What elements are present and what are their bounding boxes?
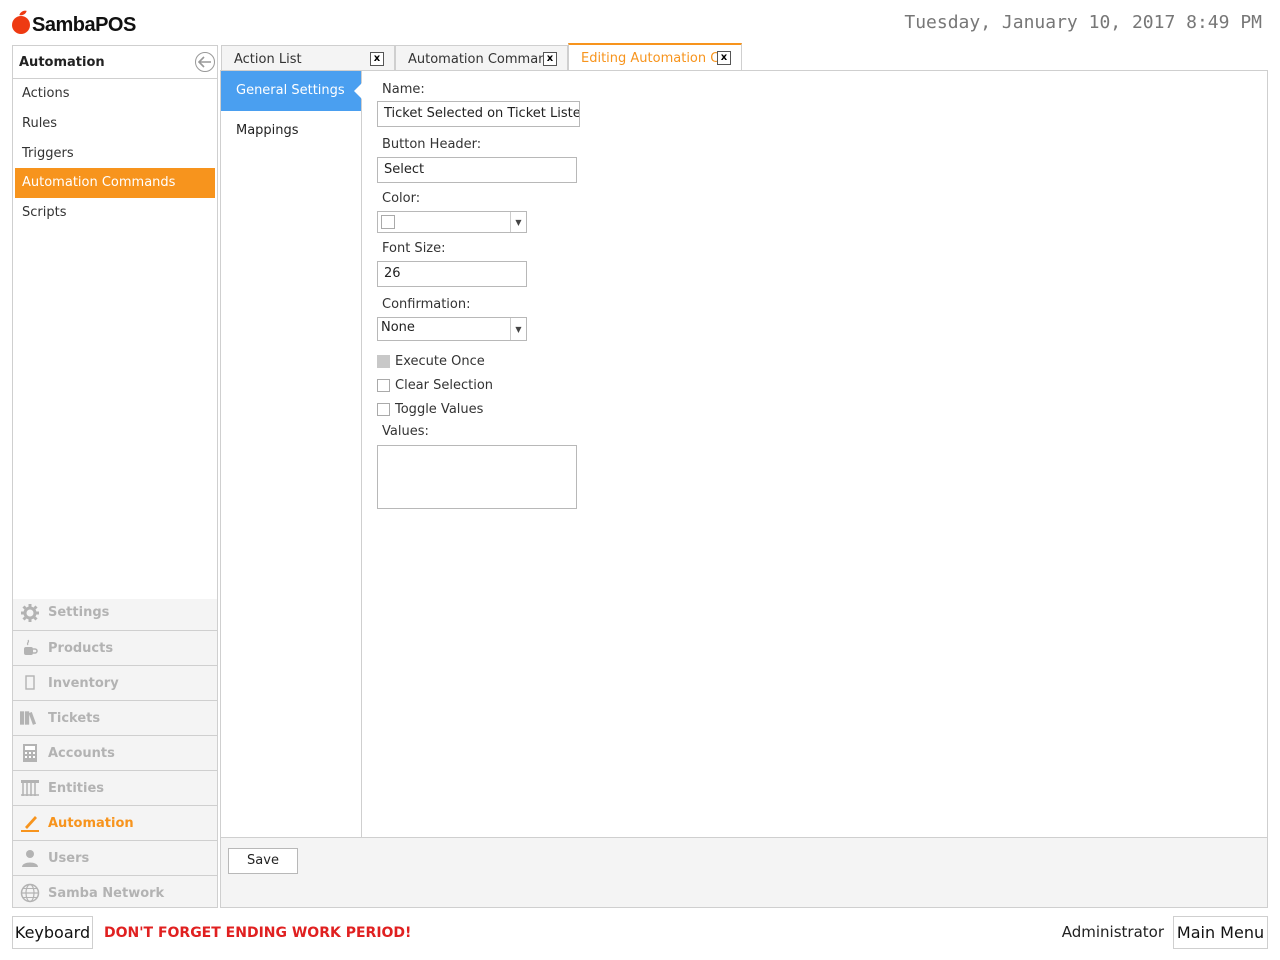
nav-section-label: Users bbox=[48, 850, 90, 866]
table-icon bbox=[20, 778, 40, 798]
nav-section-inventory[interactable]: Inventory bbox=[13, 665, 217, 700]
nav-section-label: Settings bbox=[48, 605, 110, 620]
nav-section-entities[interactable]: Entities bbox=[13, 770, 217, 805]
button-header-input[interactable]: Select bbox=[377, 157, 577, 183]
confirmation-label: Confirmation: bbox=[382, 297, 471, 312]
dropdown-arrow-icon[interactable]: ▼ bbox=[510, 212, 526, 232]
current-user: Administrator bbox=[1061, 923, 1164, 941]
checkbox-box[interactable] bbox=[377, 354, 390, 368]
toggle-values-checkbox[interactable]: Toggle Values bbox=[377, 397, 677, 421]
left-panel: Automation Actions Rules Triggers Automa… bbox=[12, 45, 218, 908]
work-period-warning: DON'T FORGET ENDING WORK PERIOD! bbox=[104, 925, 412, 941]
color-label: Color: bbox=[382, 191, 421, 206]
main-menu-button[interactable]: Main Menu bbox=[1173, 916, 1268, 949]
tab-label: Action List bbox=[234, 52, 302, 67]
sub-item-rules[interactable]: Rules bbox=[15, 109, 215, 139]
values-label: Values: bbox=[382, 424, 429, 439]
editor-footer: Save bbox=[221, 837, 1267, 907]
nav-section-samba-network[interactable]: Samba Network bbox=[13, 875, 217, 910]
nav-section-automation[interactable]: Automation bbox=[13, 805, 217, 840]
color-swatch bbox=[381, 215, 395, 229]
app-window: SambaPOS Tuesday, January 10, 2017 8:49 … bbox=[0, 0, 1280, 960]
gear-icon bbox=[20, 603, 40, 623]
values-textarea[interactable] bbox=[377, 445, 577, 509]
box-icon bbox=[20, 673, 40, 693]
left-panel-header: Automation bbox=[13, 46, 217, 79]
name-label: Name: bbox=[382, 82, 425, 97]
nav-section-label: Products bbox=[48, 640, 114, 656]
tab-close-button[interactable]: x bbox=[370, 52, 384, 66]
sub-item-scripts[interactable]: Scripts bbox=[15, 198, 215, 228]
color-picker[interactable]: ▼ bbox=[377, 211, 527, 233]
nav-section-label: Inventory bbox=[48, 675, 119, 691]
options-group: Execute Once Clear Selection Toggle Valu… bbox=[377, 349, 677, 421]
nav-section-settings[interactable]: Settings bbox=[13, 595, 217, 630]
globe-icon bbox=[20, 883, 40, 903]
editor-panel: General Settings Mappings Name: Ticket S… bbox=[220, 70, 1268, 908]
checkbox-label: Execute Once bbox=[395, 353, 485, 369]
checkbox-label: Clear Selection bbox=[395, 377, 494, 393]
sub-item-triggers[interactable]: Triggers bbox=[15, 139, 215, 169]
user-icon bbox=[20, 848, 40, 868]
document-tabs: Action List x Automation Comman x Editin… bbox=[221, 43, 742, 71]
books-icon bbox=[20, 708, 40, 728]
name-input[interactable]: Ticket Selected on Ticket Lister bbox=[377, 101, 580, 127]
confirmation-select[interactable]: None ▼ bbox=[377, 317, 527, 341]
checkbox-box[interactable] bbox=[377, 378, 390, 392]
tab-editing-automation-command[interactable]: Editing Automation C x bbox=[568, 43, 742, 71]
tab-automation-commands[interactable]: Automation Comman x bbox=[395, 45, 568, 71]
clear-selection-checkbox[interactable]: Clear Selection bbox=[377, 373, 677, 397]
nav-section-label: Samba Network bbox=[48, 885, 165, 901]
save-button[interactable]: Save bbox=[228, 848, 298, 874]
nav-section-label: Entities bbox=[48, 780, 105, 796]
apple-logo-icon bbox=[12, 16, 30, 34]
font-size-input[interactable]: 26 bbox=[377, 261, 527, 287]
tab-close-button[interactable]: x bbox=[543, 52, 557, 66]
general-settings-form: Name: Ticket Selected on Ticket Lister B… bbox=[377, 81, 677, 509]
confirmation-selected-value: None bbox=[381, 320, 415, 335]
execute-once-checkbox[interactable]: Execute Once bbox=[377, 349, 677, 373]
tab-label: Automation Comman bbox=[408, 52, 547, 67]
sambapos-logo: SambaPOS bbox=[12, 10, 136, 40]
sub-item-actions[interactable]: Actions bbox=[15, 79, 215, 109]
font-size-label: Font Size: bbox=[382, 241, 446, 256]
nav-section-users[interactable]: Users bbox=[13, 840, 217, 875]
nav-section-label: Accounts bbox=[48, 745, 115, 761]
back-arrow-button[interactable] bbox=[195, 52, 215, 72]
nav-section-label: Automation bbox=[48, 815, 134, 831]
cup-icon bbox=[20, 638, 40, 658]
editor-section-nav: General Settings Mappings bbox=[221, 71, 362, 837]
tab-action-list[interactable]: Action List x bbox=[221, 45, 395, 71]
datetime-display: Tuesday, January 10, 2017 8:49 PM bbox=[904, 12, 1262, 33]
automation-sub-list: Actions Rules Triggers Automation Comman… bbox=[13, 79, 217, 599]
checkbox-label: Toggle Values bbox=[395, 401, 484, 417]
nav-sections: Settings Products Inventory Tickets Acco… bbox=[13, 595, 217, 910]
pencil-icon bbox=[20, 813, 40, 833]
calculator-icon bbox=[20, 743, 40, 763]
tab-label: Editing Automation C bbox=[581, 51, 720, 66]
nav-section-label: Tickets bbox=[48, 710, 101, 726]
tab-close-button[interactable]: x bbox=[717, 51, 731, 65]
vnav-general-settings[interactable]: General Settings bbox=[221, 71, 362, 111]
dropdown-arrow-icon[interactable]: ▼ bbox=[510, 318, 526, 340]
sub-item-automation-commands[interactable]: Automation Commands bbox=[15, 168, 215, 199]
brand-name: SambaPOS bbox=[32, 14, 136, 36]
nav-section-products[interactable]: Products bbox=[13, 630, 217, 665]
left-panel-title: Automation bbox=[19, 55, 105, 70]
keyboard-button[interactable]: Keyboard bbox=[12, 916, 93, 949]
button-header-label: Button Header: bbox=[382, 137, 482, 152]
checkbox-box[interactable] bbox=[377, 402, 390, 416]
nav-section-accounts[interactable]: Accounts bbox=[13, 735, 217, 770]
arrow-left-icon bbox=[198, 56, 211, 68]
nav-section-tickets[interactable]: Tickets bbox=[13, 700, 217, 735]
vnav-mappings[interactable]: Mappings bbox=[221, 111, 361, 151]
